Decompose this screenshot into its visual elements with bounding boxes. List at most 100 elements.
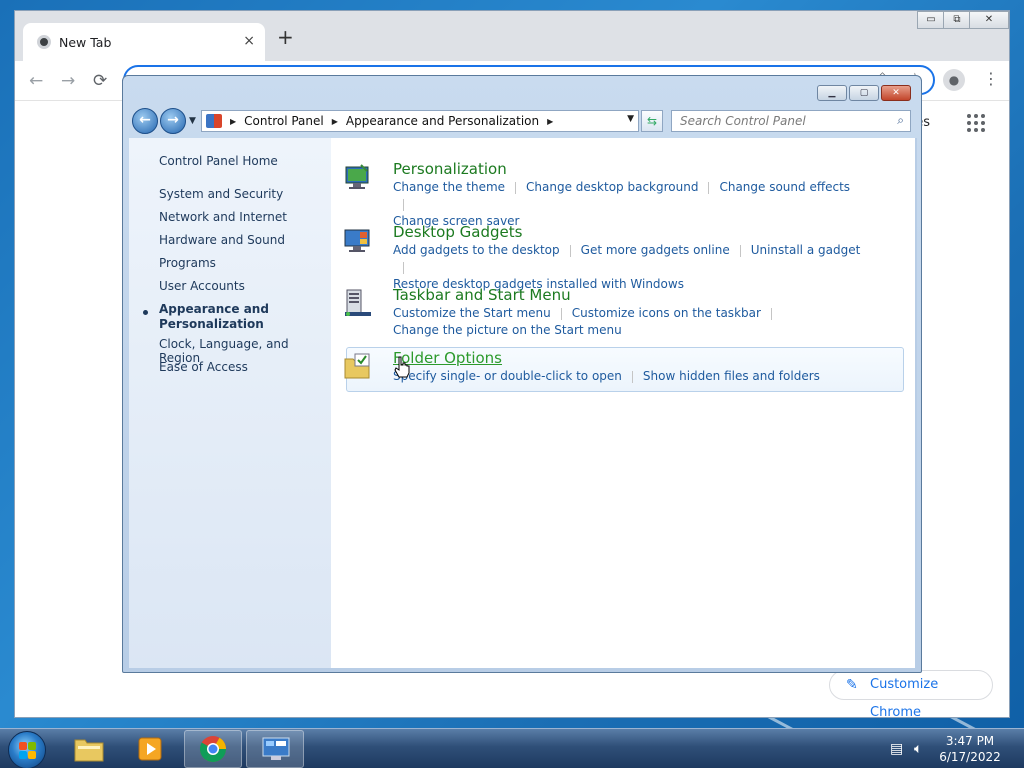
windows-logo-icon <box>28 742 36 750</box>
taskbar-media-player[interactable] <box>122 730 180 768</box>
cp-right-frame <box>915 138 917 668</box>
personalization-title[interactable]: Personalization <box>393 160 507 178</box>
back-button[interactable]: ← <box>29 71 43 91</box>
chrome-tab-strip: New Tab × + ▭ ⧉ ✕ <box>15 11 1009 61</box>
google-apps-icon[interactable] <box>967 114 985 132</box>
link-change-desktop-background[interactable]: Change desktop background <box>526 180 698 194</box>
link-change-theme[interactable]: Change the theme <box>393 180 505 194</box>
control-panel-icon <box>262 737 290 760</box>
network-icon[interactable]: ▤ <box>890 741 903 757</box>
recent-pages-dropdown-icon[interactable]: ▼ <box>189 116 196 126</box>
chrome-restore-button[interactable]: ⧉ <box>943 11 971 29</box>
windows-logo-icon <box>19 742 27 750</box>
taskbar: ▤ 🔈︎ 3:47 PM 6/17/2022 <box>0 728 1024 768</box>
system-clock[interactable]: 3:47 PM 6/17/2022 <box>930 733 1010 765</box>
link-change-sound-effects[interactable]: Change sound effects <box>719 180 850 194</box>
personalization-icon <box>345 164 369 189</box>
chrome-menu-icon[interactable]: ⋮ <box>983 69 999 88</box>
breadcrumb-control-panel[interactable]: Control Panel <box>244 114 324 128</box>
nav-active-line1: Appearance and <box>159 302 269 316</box>
nav-network-internet[interactable]: Network and Internet <box>159 210 287 224</box>
nav-user-accounts[interactable]: User Accounts <box>159 279 245 293</box>
search-placeholder: Search Control Panel <box>680 114 806 128</box>
customize-chrome-label: Customize Chrome <box>870 677 939 720</box>
taskbar-start-menu-links: Customize the Start menu Customize icons … <box>393 305 863 339</box>
media-player-icon <box>138 737 162 761</box>
chrome-close-button[interactable]: ✕ <box>969 11 1009 29</box>
clock-date: 6/17/2022 <box>939 750 1001 764</box>
breadcrumb-arrow-icon[interactable]: ▶ <box>332 117 338 126</box>
link-separator <box>770 307 772 320</box>
breadcrumb-arrow-icon[interactable]: ▶ <box>230 117 236 126</box>
nav-programs[interactable]: Programs <box>159 256 216 270</box>
cp-minimize-button[interactable]: ▁ <box>817 85 847 101</box>
link-separator <box>515 181 517 194</box>
link-separator <box>631 370 633 383</box>
tab-new-tab[interactable]: New Tab × <box>23 23 265 61</box>
cp-forward-button[interactable]: → <box>160 108 186 134</box>
nav-active-line2: Personalization <box>159 317 264 331</box>
cp-address-bar[interactable]: ▶ Control Panel ▶ Appearance and Persona… <box>201 110 639 132</box>
link-add-gadgets[interactable]: Add gadgets to the desktop <box>393 243 560 257</box>
link-show-hidden-files[interactable]: Show hidden files and folders <box>643 369 820 383</box>
desktop-gadgets-icon <box>344 229 370 252</box>
taskbar-chrome[interactable] <box>184 730 242 768</box>
chrome-icon <box>199 736 227 763</box>
link-separator <box>560 307 562 320</box>
nav-ease-of-access[interactable]: Ease of Access <box>159 360 248 374</box>
address-dropdown-icon[interactable]: ▼ <box>627 114 634 124</box>
hand-cursor-icon <box>394 356 410 378</box>
link-separator <box>708 181 710 194</box>
nav-hardware-sound[interactable]: Hardware and Sound <box>159 233 285 247</box>
profile-avatar-icon[interactable]: ● <box>943 69 965 91</box>
link-separator <box>403 198 404 211</box>
windows-logo-icon <box>19 751 27 759</box>
link-customize-taskbar-icons[interactable]: Customize icons on the taskbar <box>572 306 761 320</box>
taskbar-explorer[interactable] <box>60 730 118 768</box>
customize-chrome-button[interactable]: ✎ Customize Chrome <box>829 670 993 720</box>
nav-appearance-personalization[interactable]: Appearance and Personalization <box>129 302 329 334</box>
link-customize-start-menu[interactable]: Customize the Start menu <box>393 306 551 320</box>
tab-close-icon[interactable]: × <box>243 33 255 49</box>
clock-time: 3:47 PM <box>945 734 995 748</box>
taskbar-start-menu-title[interactable]: Taskbar and Start Menu <box>393 286 571 304</box>
folder-options-links: Specify single- or double-click to open S… <box>393 368 863 385</box>
link-separator <box>403 261 404 274</box>
nav-system-security[interactable]: System and Security <box>159 187 283 201</box>
link-change-start-picture[interactable]: Change the picture on the Start menu <box>393 323 622 337</box>
forward-button[interactable]: → <box>61 71 75 91</box>
control-panel-icon <box>206 114 222 128</box>
cp-content-pane: Personalization Change the theme Change d… <box>331 138 915 668</box>
folder-options-icon <box>344 353 370 379</box>
control-panel-window: ▁ ▢ ✕ ← → ▼ ▶ Control Panel ▶ Appearance… <box>122 75 922 673</box>
reload-button[interactable]: ⟳ <box>93 71 107 91</box>
tab-title: New Tab <box>59 35 112 50</box>
desktop-gadgets-title[interactable]: Desktop Gadgets <box>393 223 522 241</box>
link-single-double-click[interactable]: Specify single- or double-click to open <box>393 369 622 383</box>
chrome-favicon-icon <box>37 35 51 49</box>
volume-icon[interactable]: 🔈︎ <box>914 741 922 757</box>
cp-close-button[interactable]: ✕ <box>881 85 911 101</box>
new-tab-button[interactable]: + <box>277 25 294 49</box>
folder-icon <box>74 739 104 762</box>
cp-maximize-button[interactable]: ▢ <box>849 85 879 101</box>
refresh-button[interactable]: ⇆ <box>641 110 663 132</box>
pencil-icon: ✎ <box>846 677 858 693</box>
search-icon[interactable]: ⌕ <box>897 113 904 128</box>
chrome-minimize-button[interactable]: ▭ <box>917 11 945 29</box>
taskbar-start-menu-icon <box>345 289 371 316</box>
cp-left-nav: Control Panel Home System and Security N… <box>129 138 331 668</box>
link-get-more-gadgets[interactable]: Get more gadgets online <box>581 243 730 257</box>
link-separator <box>739 244 741 257</box>
start-button[interactable] <box>8 731 46 768</box>
nav-control-panel-home[interactable]: Control Panel Home <box>159 154 278 168</box>
breadcrumb-arrow-icon[interactable]: ▶ <box>547 117 553 126</box>
windows-logo-icon <box>28 751 36 759</box>
cp-search-input[interactable]: Search Control Panel ⌕ <box>671 110 911 132</box>
active-bullet-icon <box>143 310 148 315</box>
link-separator <box>569 244 571 257</box>
link-uninstall-gadget[interactable]: Uninstall a gadget <box>751 243 861 257</box>
taskbar-control-panel[interactable] <box>246 730 304 768</box>
cp-back-button[interactable]: ← <box>132 108 158 134</box>
breadcrumb-appearance[interactable]: Appearance and Personalization <box>346 114 539 128</box>
